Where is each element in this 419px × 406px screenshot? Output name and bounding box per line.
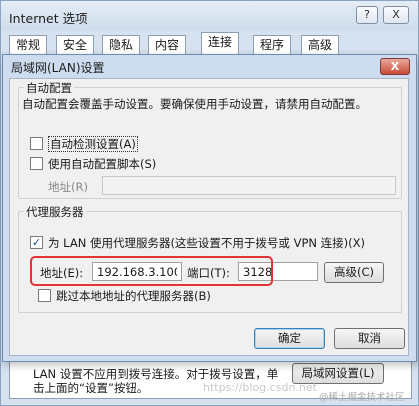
- help-icon[interactable]: ?: [356, 6, 378, 24]
- bypass-local-checkbox[interactable]: [38, 289, 51, 302]
- checkmark-icon: ✓: [31, 236, 42, 249]
- auto-detect-checkbox[interactable]: [30, 137, 43, 150]
- tab-advanced[interactable]: 高级: [301, 35, 340, 55]
- tab-strip: 常规 安全 隐私 内容 连接 程序 高级: [9, 32, 413, 55]
- script-address-label: 地址(R): [48, 180, 88, 194]
- dialog-close-icon[interactable]: X: [380, 58, 410, 75]
- tab-security[interactable]: 安全: [56, 35, 95, 55]
- tab-content[interactable]: 内容: [148, 35, 187, 55]
- watermark-text: https://blog.csdn.net: [203, 381, 317, 394]
- use-proxy-checkbox[interactable]: ✓: [30, 236, 43, 249]
- auto-config-legend: 自动配置: [24, 80, 74, 96]
- bypass-local-label[interactable]: 跳过本地地址的代理服务器(B): [56, 288, 211, 304]
- dialog-body: 自动配置 自动配置会覆盖手动设置。要确保使用手动设置，请禁用自动配置。 自动检测…: [9, 78, 409, 356]
- highlight-box: [30, 256, 273, 286]
- use-script-label[interactable]: 使用自动配置脚本(S): [48, 156, 156, 172]
- watermark-credit: @稀土掘金技术社区: [319, 392, 405, 403]
- auto-detect-label-wrap: 自动检测设置(A): [48, 136, 138, 152]
- tab-privacy[interactable]: 隐私: [102, 35, 141, 55]
- ok-button[interactable]: 确定: [254, 328, 325, 349]
- proxy-legend: 代理服务器: [24, 204, 86, 220]
- advanced-button[interactable]: 高级(C): [324, 262, 384, 283]
- tab-general[interactable]: 常规: [9, 35, 48, 55]
- outer-titlebar[interactable]: Internet 选项 ? X: [1, 1, 418, 31]
- tab-connections[interactable]: 连接: [201, 32, 240, 55]
- script-address-input[interactable]: [102, 176, 396, 195]
- tab-programs[interactable]: 程序: [253, 35, 292, 55]
- outer-close-icon[interactable]: X: [383, 6, 409, 24]
- outer-window-title: Internet 选项: [9, 11, 88, 26]
- dialog-title: 局域网(LAN)设置: [11, 61, 105, 75]
- cancel-button[interactable]: 取消: [334, 328, 405, 349]
- use-script-checkbox[interactable]: [30, 157, 43, 170]
- auto-config-description: 自动配置会覆盖手动设置。要确保使用手动设置，请禁用自动配置。: [22, 97, 367, 111]
- auto-detect-label[interactable]: 自动检测设置(A): [48, 136, 138, 152]
- dialog-titlebar[interactable]: 局域网(LAN)设置 X: [3, 55, 416, 77]
- use-proxy-label[interactable]: 为 LAN 使用代理服务器(这些设置不用于拨号或 VPN 连接)(X): [48, 235, 365, 251]
